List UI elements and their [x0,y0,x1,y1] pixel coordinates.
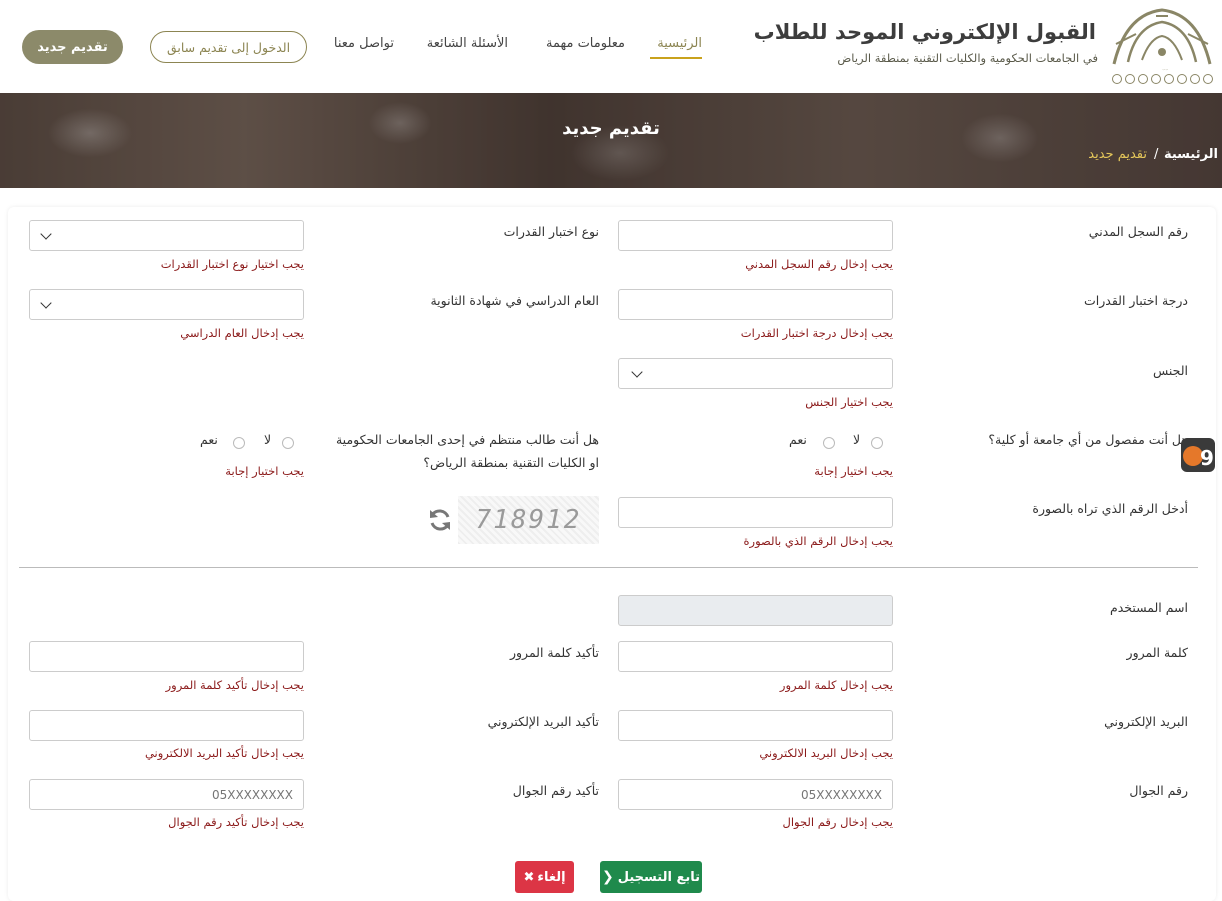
accessibility-widget-icon[interactable]: 9 [1177,434,1217,474]
email-error: يجب إدخال البريد الالكتروني [759,746,893,760]
expelled-question-label: هل أنت مفصول من أي جامعة أو كلية؟ [988,432,1188,447]
civil-id-error: يجب إدخال رقم السجل المدني [745,257,893,271]
breadcrumb-separator: / [1154,147,1159,162]
study-year-label: العام الدراسي في شهادة الثانوية [430,293,599,308]
enrolled-question-label-1: هل أنت طالب منتظم في إحدى الجامعات الحكو… [335,432,599,447]
nav-active-indicator [650,57,702,59]
cancel-button[interactable]: إلغاء ✖ [515,861,574,893]
chevron-down-icon [631,366,643,378]
close-icon: ✖ [523,869,535,885]
email-input[interactable] [618,710,893,741]
gender-label: الجنس [1152,363,1188,378]
continue-label: تابع التسجيل [617,869,700,885]
captcha-image: 718912 [458,496,599,544]
expelled-yes-radio[interactable] [823,437,835,449]
breadcrumb-home[interactable]: الرئيسية [1164,147,1218,162]
refresh-icon[interactable] [427,507,453,533]
password-label: كلمة المرور [1126,645,1188,660]
page-banner: تقديم جديد الرئيسية / تقديم جديد [0,93,1222,188]
seal-icon [1189,74,1200,84]
seal-icon [1202,74,1213,84]
password-confirm-error: يجب إدخال تأكيد كلمة المرور [165,678,304,692]
password-error: يجب إدخال كلمة المرور [779,678,893,692]
university-seals [1108,74,1216,88]
test-type-label: نوع اختبار القدرات [503,224,599,239]
page-title: تقديم جديد [562,118,660,139]
logo-icon[interactable]: القبول الموحد [1106,4,1218,72]
seal-icon [1137,74,1148,84]
nav-contact[interactable]: تواصل معنا [334,36,394,51]
mobile-confirm-label: تأكيد رقم الجوال [512,783,599,798]
continue-registration-button[interactable]: تابع التسجيل ❮ [600,861,702,893]
svg-text:9: 9 [1200,446,1214,470]
email-confirm-input[interactable] [29,710,304,741]
brand-title: القبول الإلكتروني الموحد للطلاب [753,20,1096,44]
brand-subtitle: في الجامعات الحكومية والكليات التقنية بم… [837,51,1098,65]
gender-select[interactable] [618,358,893,389]
expelled-no-radio[interactable] [871,437,883,449]
captcha-label: أدخل الرقم الذي تراه بالصورة [1032,501,1188,516]
mobile-confirm-input[interactable] [29,779,304,810]
mobile-input[interactable] [618,779,893,810]
email-confirm-error: يجب إدخال تأكيد البريد الالكتروني [144,746,304,760]
civil-id-label: رقم السجل المدني [1088,224,1188,239]
chevron-down-icon [40,228,52,240]
svg-text:القبول الموحد: القبول الموحد [1162,69,1169,71]
password-confirm-input[interactable] [29,641,304,672]
mobile-label: رقم الجوال [1129,783,1188,798]
nav-home[interactable]: الرئيسية [657,36,702,51]
enrolled-question-label-2: او الكليات التقنية بمنطقة الرياض؟ [423,455,599,470]
test-score-label: درجة اختبار القدرات [1083,293,1188,308]
email-label: البريد الإلكتروني [1104,714,1188,729]
password-confirm-label: تأكيد كلمة المرور [509,645,599,660]
expelled-yes-label[interactable]: نعم [789,432,807,447]
chevron-left-icon: ❮ [602,869,614,885]
section-divider [19,567,1198,568]
study-year-select[interactable] [29,289,304,320]
login-existing-button[interactable]: الدخول إلى تقديم سابق [150,31,307,63]
nav-faq[interactable]: الأسئلة الشائعة [427,36,508,51]
mobile-error: يجب إدخال رقم الجوال [782,815,894,829]
cancel-label: إلغاء [537,869,566,885]
expelled-no-label[interactable]: لا [853,432,860,447]
test-type-error: يجب اختيار نوع اختبار القدرات [160,257,304,271]
chevron-down-icon [40,297,52,309]
mobile-confirm-error: يجب إدخال تأكيد رقم الجوال [168,815,304,829]
captcha-error: يجب إدخال الرقم الذي بالصورة [743,534,893,548]
enrolled-yes-radio[interactable] [233,437,245,449]
study-year-error: يجب إدخال العام الدراسي [180,326,304,340]
username-label: اسم المستخدم [1109,600,1188,615]
site-header: القبول الموحد القبول الإلكتروني الموحد ل… [0,0,1222,93]
test-score-input[interactable] [618,289,893,320]
captcha-input[interactable] [618,497,893,528]
enrolled-yes-label[interactable]: نعم [200,432,218,447]
gender-error: يجب اختيار الجنس [805,395,893,409]
seal-icon [1150,74,1161,84]
seal-icon [1111,74,1122,84]
seal-icon [1163,74,1174,84]
new-application-button[interactable]: تقديم جديد [22,30,123,64]
nav-important-info[interactable]: معلومات مهمة [546,36,625,51]
enrolled-error: يجب اختيار إجابة [225,464,304,478]
username-input [618,595,893,626]
enrolled-no-label[interactable]: لا [264,432,271,447]
seal-icon [1124,74,1135,84]
password-input[interactable] [618,641,893,672]
civil-id-input[interactable] [618,220,893,251]
seal-icon [1176,74,1187,84]
test-type-select[interactable] [29,220,304,251]
email-confirm-label: تأكيد البريد الإلكتروني [487,714,599,729]
expelled-error: يجب اختيار إجابة [814,464,893,478]
enrolled-no-radio[interactable] [282,437,294,449]
test-score-error: يجب إدخال درجة اختبار القدرات [740,326,893,340]
breadcrumb-current: تقديم جديد [1088,147,1147,162]
